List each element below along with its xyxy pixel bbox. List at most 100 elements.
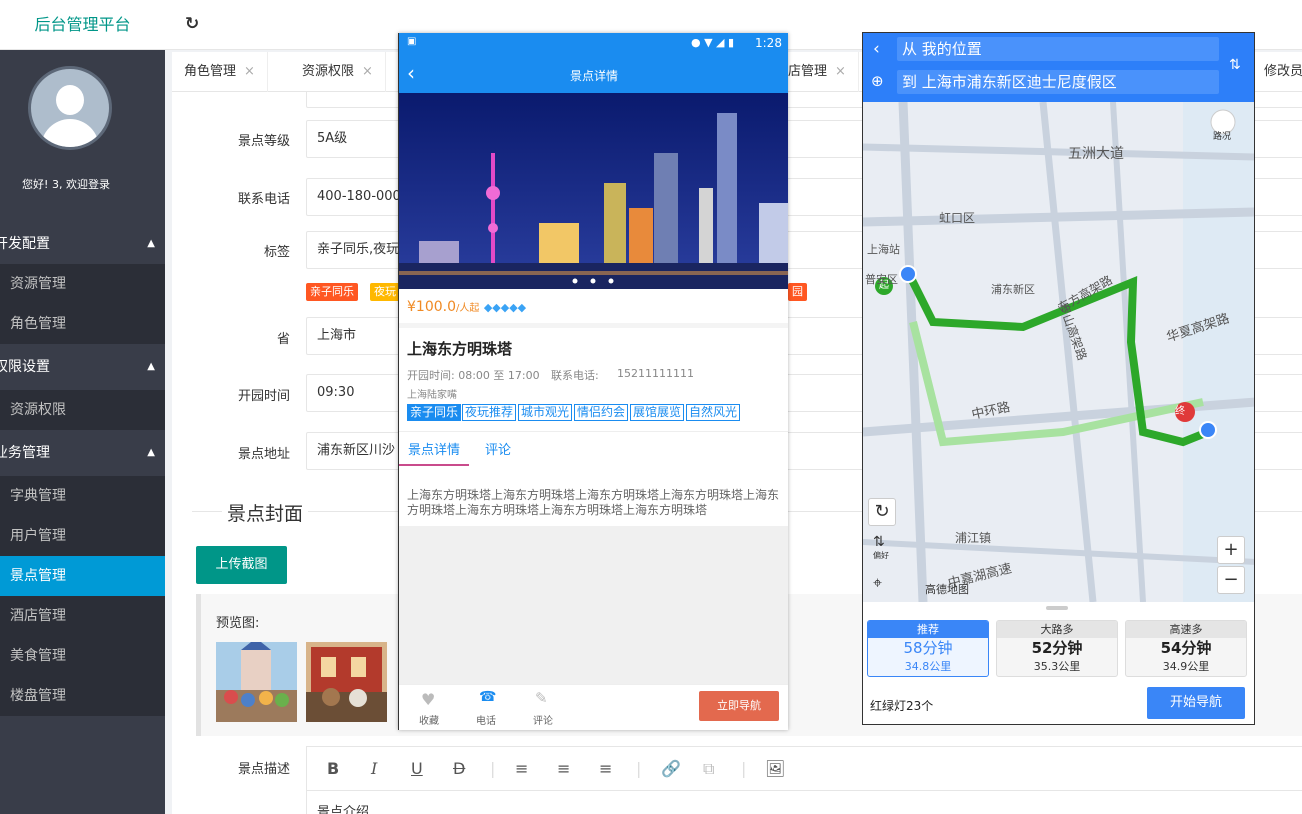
- preview-thumbnail[interactable]: [306, 642, 387, 722]
- align-right-icon[interactable]: ≡: [599, 759, 612, 778]
- field-label: 景点等级: [237, 134, 290, 149]
- route-option-highway[interactable]: 高速多 54分钟 34.9公里: [1125, 620, 1247, 677]
- bottom-action-bar: ♥ 收藏 ☎ 电话 ✎ 评论 立即导航: [399, 684, 788, 730]
- tab-resource-permission[interactable]: 资源权限 ×: [290, 52, 386, 92]
- tag-chip[interactable]: 夜玩: [370, 283, 400, 301]
- route-distance: 34.8公里: [904, 660, 952, 673]
- underline-button[interactable]: U: [411, 759, 423, 778]
- preview-thumbnail[interactable]: [216, 642, 297, 722]
- italic-button[interactable]: I: [371, 759, 377, 778]
- prefer-label: 偏好: [873, 551, 889, 560]
- sidebar-group-dev-config[interactable]: 开发配置 ▲: [0, 224, 165, 264]
- upload-button[interactable]: 上传截图: [196, 546, 287, 584]
- description-text: 上海东方明珠塔上海东方明珠塔上海东方明珠塔上海东方明珠塔上海东方明珠塔上海东方明…: [407, 488, 780, 517]
- phone-call-label: 电话: [476, 716, 496, 727]
- sidebar-item-estate-manage[interactable]: 楼盘管理: [0, 676, 165, 716]
- tab-comments[interactable]: 评论: [485, 439, 511, 458]
- close-icon[interactable]: ×: [362, 64, 373, 79]
- sidebar-group-business[interactable]: 业务管理 ▲: [0, 433, 165, 473]
- route-time: 58分钟: [903, 639, 953, 657]
- close-icon[interactable]: ×: [244, 64, 255, 79]
- rich-text-editor[interactable]: B I U D | ≡ ≡ ≡ | 🔗 ⧉ | 🖼 景点介绍: [306, 746, 1302, 814]
- tag-chip[interactable]: 亲子同乐: [306, 283, 358, 301]
- sidebar-item-dict-manage[interactable]: 字典管理: [0, 476, 165, 516]
- bold-button[interactable]: B: [327, 759, 339, 778]
- sidebar-item-role-manage[interactable]: 角色管理: [0, 304, 165, 344]
- align-center-icon[interactable]: ≡: [557, 759, 570, 778]
- zoom-out-button[interactable]: −: [1217, 566, 1245, 594]
- comment-label: 评论: [533, 716, 553, 727]
- add-waypoint-icon[interactable]: ⊕: [871, 72, 884, 90]
- locate-icon[interactable]: ⌖: [873, 573, 882, 593]
- map-label: 上海站: [867, 243, 900, 256]
- refresh-icon[interactable]: ↻: [185, 14, 199, 34]
- tab-scenic-detail[interactable]: 景点详情: [399, 439, 469, 466]
- map-watermark: 高德地图: [925, 583, 969, 596]
- toolbar-divider: |: [741, 759, 747, 778]
- sidebar-group-permission[interactable]: 权限设置 ▲: [0, 347, 165, 387]
- phone-number[interactable]: 15211111111: [617, 367, 694, 380]
- nav-bar: ‹ 景点详情: [399, 55, 788, 93]
- back-icon[interactable]: ‹: [873, 39, 880, 59]
- image-icon[interactable]: 🖼: [765, 759, 785, 778]
- map-label: 普安区: [865, 273, 898, 286]
- route-from[interactable]: 从 我的位置: [897, 37, 1219, 61]
- unlink-icon[interactable]: ⧉: [703, 759, 714, 779]
- sidebar-group-label: 业务管理: [0, 445, 50, 461]
- diamond-rating-icon: ◆◆◆◆◆: [483, 301, 527, 314]
- sidebar-item-scenic-manage[interactable]: 景点管理: [0, 556, 165, 596]
- status-time: 1:28: [755, 36, 782, 50]
- map-label: 浦东新区: [991, 283, 1035, 296]
- end-marker: 终: [1175, 406, 1185, 417]
- price: ¥100.0/人起 ◆◆◆◆◆: [407, 299, 526, 315]
- tab-role-manage[interactable]: 角色管理 ×: [172, 52, 268, 92]
- refresh-icon[interactable]: ↻: [868, 498, 896, 526]
- collapse-arrow-icon: ▲: [147, 447, 155, 458]
- sidebar-item-hotel-manage[interactable]: 酒店管理: [0, 596, 165, 636]
- route-option-main-roads[interactable]: 大路多 52分钟 35.3公里: [996, 620, 1118, 677]
- close-icon[interactable]: ×: [835, 64, 846, 79]
- align-left-icon[interactable]: ≡: [515, 759, 528, 778]
- hero-image[interactable]: [399, 93, 788, 289]
- prefer-icon[interactable]: ⇅: [873, 534, 885, 550]
- favorite-icon[interactable]: ♥: [421, 690, 435, 709]
- phone-tag: 自然风光: [686, 404, 741, 421]
- route-time: 52分钟: [1031, 639, 1083, 657]
- tab-label: 资源权限: [302, 64, 355, 79]
- route-distance: 34.9公里: [1162, 660, 1210, 673]
- drag-handle[interactable]: [1046, 606, 1068, 610]
- tag-chip[interactable]: 园: [788, 283, 807, 301]
- sidebar-item-resource-manage[interactable]: 资源管理: [0, 264, 165, 304]
- start-navigation-button[interactable]: 开始导航: [1147, 687, 1245, 719]
- welcome-text: 您好! 3, 欢迎登录: [22, 178, 110, 191]
- phone-label: 联系电话:: [551, 369, 599, 382]
- link-icon[interactable]: 🔗: [661, 759, 681, 778]
- phone-tag: 城市观光: [518, 404, 573, 421]
- sidebar-item-user-manage[interactable]: 用户管理: [0, 516, 165, 556]
- strikethrough-button[interactable]: D: [453, 759, 465, 778]
- avatar[interactable]: [28, 66, 112, 150]
- traffic-label[interactable]: 路况: [1213, 129, 1231, 142]
- app-title[interactable]: 后台管理平台: [0, 0, 165, 50]
- map-label: 五洲大道: [1068, 146, 1124, 162]
- tab-hotel-manage[interactable]: 店管理 ×: [776, 52, 859, 92]
- zoom-in-button[interactable]: +: [1217, 536, 1245, 564]
- navigate-button[interactable]: 立即导航: [699, 691, 779, 721]
- location: 上海陆家嘴: [407, 390, 457, 401]
- swap-icon[interactable]: ⇅: [1229, 57, 1241, 73]
- sidebar-item-food-manage[interactable]: 美食管理: [0, 636, 165, 676]
- price-value: ¥100.0: [407, 299, 456, 315]
- map-canvas[interactable]: [863, 102, 1255, 602]
- tab-edit-employee[interactable]: 修改员工: [1252, 52, 1302, 92]
- scenic-name: 上海东方明珠塔: [407, 340, 513, 358]
- route-to[interactable]: 到 上海市浦东新区迪士尼度假区: [897, 70, 1219, 94]
- route-tag: 高速多: [1126, 621, 1246, 638]
- route-tag: 大路多: [997, 621, 1117, 638]
- collapse-arrow-icon: ▲: [147, 361, 155, 372]
- edit-icon[interactable]: ✎: [535, 689, 548, 707]
- sidebar-item-resource-permission[interactable]: 资源权限: [0, 390, 165, 430]
- toolbar-divider: |: [636, 759, 642, 778]
- phone-icon[interactable]: ☎: [479, 689, 496, 705]
- route-option-recommended[interactable]: 推荐 58分钟 34.8公里: [867, 620, 989, 677]
- phone-tag: 情侣约会: [574, 404, 629, 421]
